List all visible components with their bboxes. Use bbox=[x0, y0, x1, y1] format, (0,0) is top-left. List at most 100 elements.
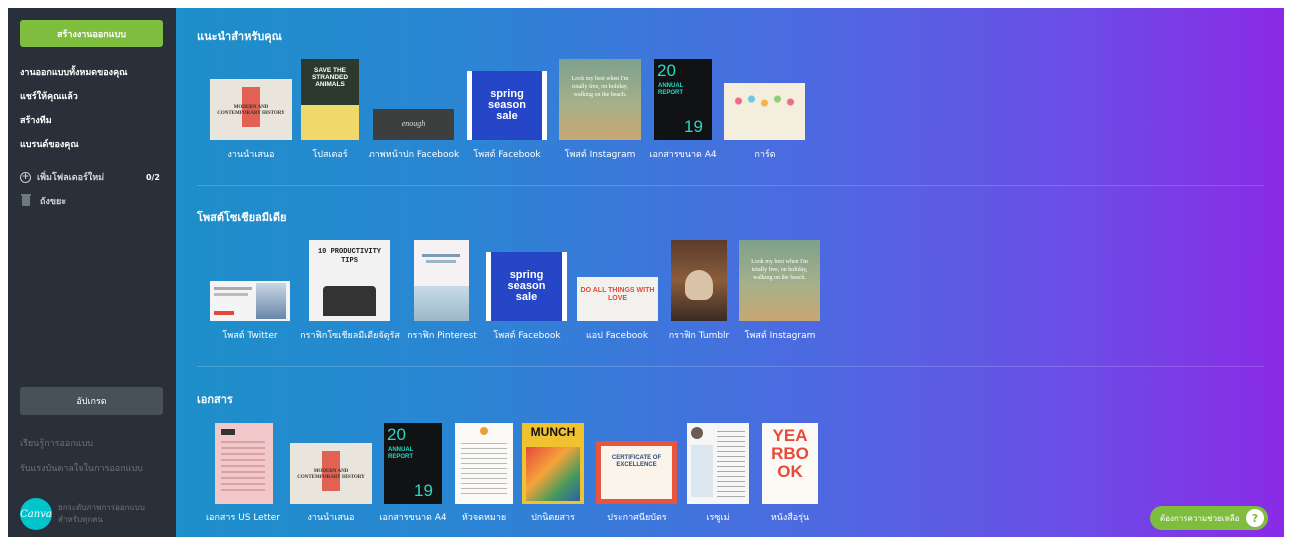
thumb-a4b-year: 20 bbox=[387, 425, 406, 444]
thumb-square-typewriter bbox=[323, 286, 376, 316]
trash-button[interactable]: ถังขยะ bbox=[20, 194, 66, 208]
caption-magazine[interactable]: ปกนิตยสาร bbox=[531, 510, 575, 524]
caption-social-square[interactable]: กราฟิกโซเชียลมีเดียจัตุรัส bbox=[300, 328, 400, 342]
thumb-facebook-post[interactable]: spring season sale bbox=[467, 71, 547, 140]
nav-create-team[interactable]: สร้างทีม bbox=[20, 114, 127, 138]
caption-presentation[interactable]: งานนำเสนอ bbox=[228, 147, 275, 161]
thumb-us-letter[interactable] bbox=[215, 423, 273, 504]
design-inspiration-link[interactable]: รับแรงบันดาลใจในการออกแบบ bbox=[20, 461, 143, 475]
trash-icon bbox=[21, 194, 31, 206]
main-content: แนะนำสำหรับคุณ MODERN AND CONTEMPORARY H… bbox=[176, 8, 1284, 537]
caption-presentation-2[interactable]: งานนำเสนอ bbox=[308, 510, 355, 524]
caption-a4-document[interactable]: เอกสารขนาด A4 bbox=[649, 147, 716, 161]
thumb-fb2-stripe-right bbox=[562, 252, 567, 321]
folder-count: 0/2 bbox=[145, 172, 160, 182]
thumb-a4b-year2: 19 bbox=[414, 481, 433, 500]
nav-shared-with-you[interactable]: แชร์ให้คุณแล้ว bbox=[20, 90, 127, 114]
caption-certificate[interactable]: ประกาศนียบัตร bbox=[607, 510, 666, 524]
thumb-letterhead-logo bbox=[480, 427, 488, 435]
caption-facebook-app[interactable]: แอป Facebook bbox=[586, 328, 648, 342]
thumb-instagram2-text: Look my best when I'm totally free, on h… bbox=[751, 259, 808, 281]
thumb-poster-band bbox=[301, 105, 359, 140]
caption-pinterest[interactable]: กราฟิก Pinterest bbox=[407, 328, 477, 342]
new-folder-button[interactable]: + เพิ่มโฟลเดอร์ใหม่ 0/2 bbox=[20, 170, 160, 184]
thumb-presentation-title: MODERN AND CONTEMPORARY HISTORY bbox=[217, 105, 285, 116]
thumb-cert-paper bbox=[601, 446, 672, 499]
tagline: ยกระดับภาพการออกแบบ สำหรับทุกคน bbox=[58, 502, 145, 526]
help-question-icon: ? bbox=[1246, 509, 1264, 527]
thumb-twitter-photo bbox=[256, 283, 286, 319]
thumb-yearbook[interactable]: YEARBOOK bbox=[762, 423, 818, 504]
caption-facebook-post-2[interactable]: โพสต์ Facebook bbox=[493, 328, 560, 342]
thumb-twitter-line2 bbox=[214, 293, 248, 296]
sidebar: สร้างงานออกแบบ งานออกแบบทั้งหมดของคุณ แช… bbox=[8, 8, 176, 537]
thumb-facebook-app[interactable]: DO ALL THINGS WITH LOVE bbox=[577, 277, 658, 321]
caption-yearbook[interactable]: หนังสือรุ่น bbox=[771, 510, 809, 524]
thumb-resume-sidebar bbox=[691, 445, 713, 497]
caption-instagram-post[interactable]: โพสต์ Instagram bbox=[565, 147, 636, 161]
canva-logo[interactable]: Canva bbox=[20, 498, 52, 530]
caption-facebook-post[interactable]: โพสต์ Facebook bbox=[473, 147, 540, 161]
thumb-poster-title: SAVE THE STRANDED ANIMALS bbox=[311, 67, 349, 88]
thumb-twitter-post[interactable] bbox=[210, 281, 290, 321]
caption-instagram-post-2[interactable]: โพสต์ Instagram bbox=[745, 328, 816, 342]
thumb-magazine-title: MUNCH bbox=[530, 425, 576, 439]
thumb-certificate[interactable]: CERTIFICATE OF EXCELLENCE bbox=[596, 441, 677, 504]
thumb-a4-year2: 19 bbox=[684, 117, 703, 136]
section-title-social: โพสต์โซเชียลมีเดีย bbox=[197, 211, 287, 224]
nav-your-brand[interactable]: แบรนด์ของคุณ bbox=[20, 138, 127, 162]
thumb-instagram-post[interactable]: Look my best when I'm totally free, on h… bbox=[559, 59, 641, 140]
thumb-letterhead-lines bbox=[461, 443, 507, 497]
thumb-social-square[interactable]: 10 PRODUCTIVITY TIPS bbox=[309, 240, 390, 321]
learn-design-link[interactable]: เรียนรู้การออกแบบ bbox=[20, 436, 93, 450]
caption-twitter-post[interactable]: โพสต์ Twitter bbox=[222, 328, 277, 342]
thumb-fb-stripe-left bbox=[467, 71, 472, 140]
thumb-twitter-accent bbox=[214, 311, 234, 315]
upgrade-button[interactable]: อัปเกรด bbox=[20, 387, 163, 415]
thumb-app-text: DO ALL THINGS WITH LOVE bbox=[580, 287, 655, 302]
new-folder-label: เพิ่มโฟลเดอร์ใหม่ bbox=[37, 173, 105, 183]
thumb-facebook-post-2[interactable]: spring season sale bbox=[486, 252, 567, 321]
caption-letterhead[interactable]: หัวจดหมาย bbox=[462, 510, 506, 524]
thumb-letterhead[interactable] bbox=[455, 423, 513, 504]
thumb-resume[interactable] bbox=[687, 423, 749, 504]
thumb-tumblr[interactable] bbox=[671, 240, 727, 321]
caption-resume[interactable]: เรซูเม่ bbox=[706, 510, 729, 524]
thumb-twitter-line bbox=[214, 287, 252, 290]
thumb-magazine[interactable]: MUNCH bbox=[522, 423, 584, 504]
caption-poster[interactable]: โปสเตอร์ bbox=[312, 147, 347, 161]
thumb-fb2-stripe-left bbox=[486, 252, 491, 321]
create-design-button[interactable]: สร้างงานออกแบบ bbox=[20, 20, 163, 47]
tagline-line-2: สำหรับทุกคน bbox=[58, 515, 103, 524]
section-title-recommended: แนะนำสำหรับคุณ bbox=[197, 30, 282, 43]
brand-area: Canva ยกระดับภาพการออกแบบ สำหรับทุกคน bbox=[20, 498, 145, 530]
caption-tumblr[interactable]: กราฟิก Tumblr bbox=[669, 328, 730, 342]
thumb-pinterest[interactable] bbox=[414, 240, 469, 321]
trash-label: ถังขยะ bbox=[40, 197, 67, 207]
tagline-line-1: ยกระดับภาพการออกแบบ bbox=[58, 503, 145, 512]
caption-facebook-cover[interactable]: ภาพหน้าปก Facebook bbox=[369, 147, 459, 161]
thumb-instagram-text: Look my best when I'm totally free, on h… bbox=[571, 76, 629, 98]
thumb-instagram-post-2[interactable]: Look my best when I'm totally free, on h… bbox=[739, 240, 820, 321]
thumb-presentation[interactable]: MODERN AND CONTEMPORARY HISTORY bbox=[210, 79, 292, 140]
nav-all-designs[interactable]: งานออกแบบทั้งหมดของคุณ bbox=[20, 66, 127, 90]
caption-us-letter[interactable]: เอกสาร US Letter bbox=[206, 510, 280, 524]
thumb-a4-document-2[interactable]: 20 ANNUAL REPORT 19 bbox=[384, 423, 442, 504]
thumb-card-drops bbox=[732, 91, 797, 111]
thumb-presentation-2[interactable]: MODERN AND CONTEMPORARY HISTORY bbox=[290, 443, 372, 504]
thumb-pinterest-line2 bbox=[426, 260, 456, 263]
thumb-card[interactable] bbox=[724, 83, 805, 140]
section-divider-1 bbox=[197, 185, 1264, 186]
thumb-us-letter-mark bbox=[221, 429, 235, 435]
caption-a4-document-2[interactable]: เอกสารขนาด A4 bbox=[379, 510, 446, 524]
sidebar-nav: งานออกแบบทั้งหมดของคุณ แชร์ให้คุณแล้ว สร… bbox=[20, 66, 127, 162]
thumb-poster[interactable]: SAVE THE STRANDED ANIMALS bbox=[301, 59, 359, 140]
thumb-pinterest-line bbox=[422, 254, 460, 257]
help-button[interactable]: ต้องการความช่วยเหลือ ? bbox=[1150, 506, 1268, 530]
thumb-pinterest-photo bbox=[414, 286, 469, 321]
caption-card[interactable]: การ์ด bbox=[754, 147, 775, 161]
thumb-fb2-text: spring season sale bbox=[507, 269, 546, 303]
thumb-a4-document[interactable]: 20 ANNUAL REPORT 19 bbox=[654, 59, 712, 140]
thumb-magazine-art bbox=[526, 447, 580, 501]
thumb-facebook-cover[interactable]: enough bbox=[373, 109, 454, 140]
